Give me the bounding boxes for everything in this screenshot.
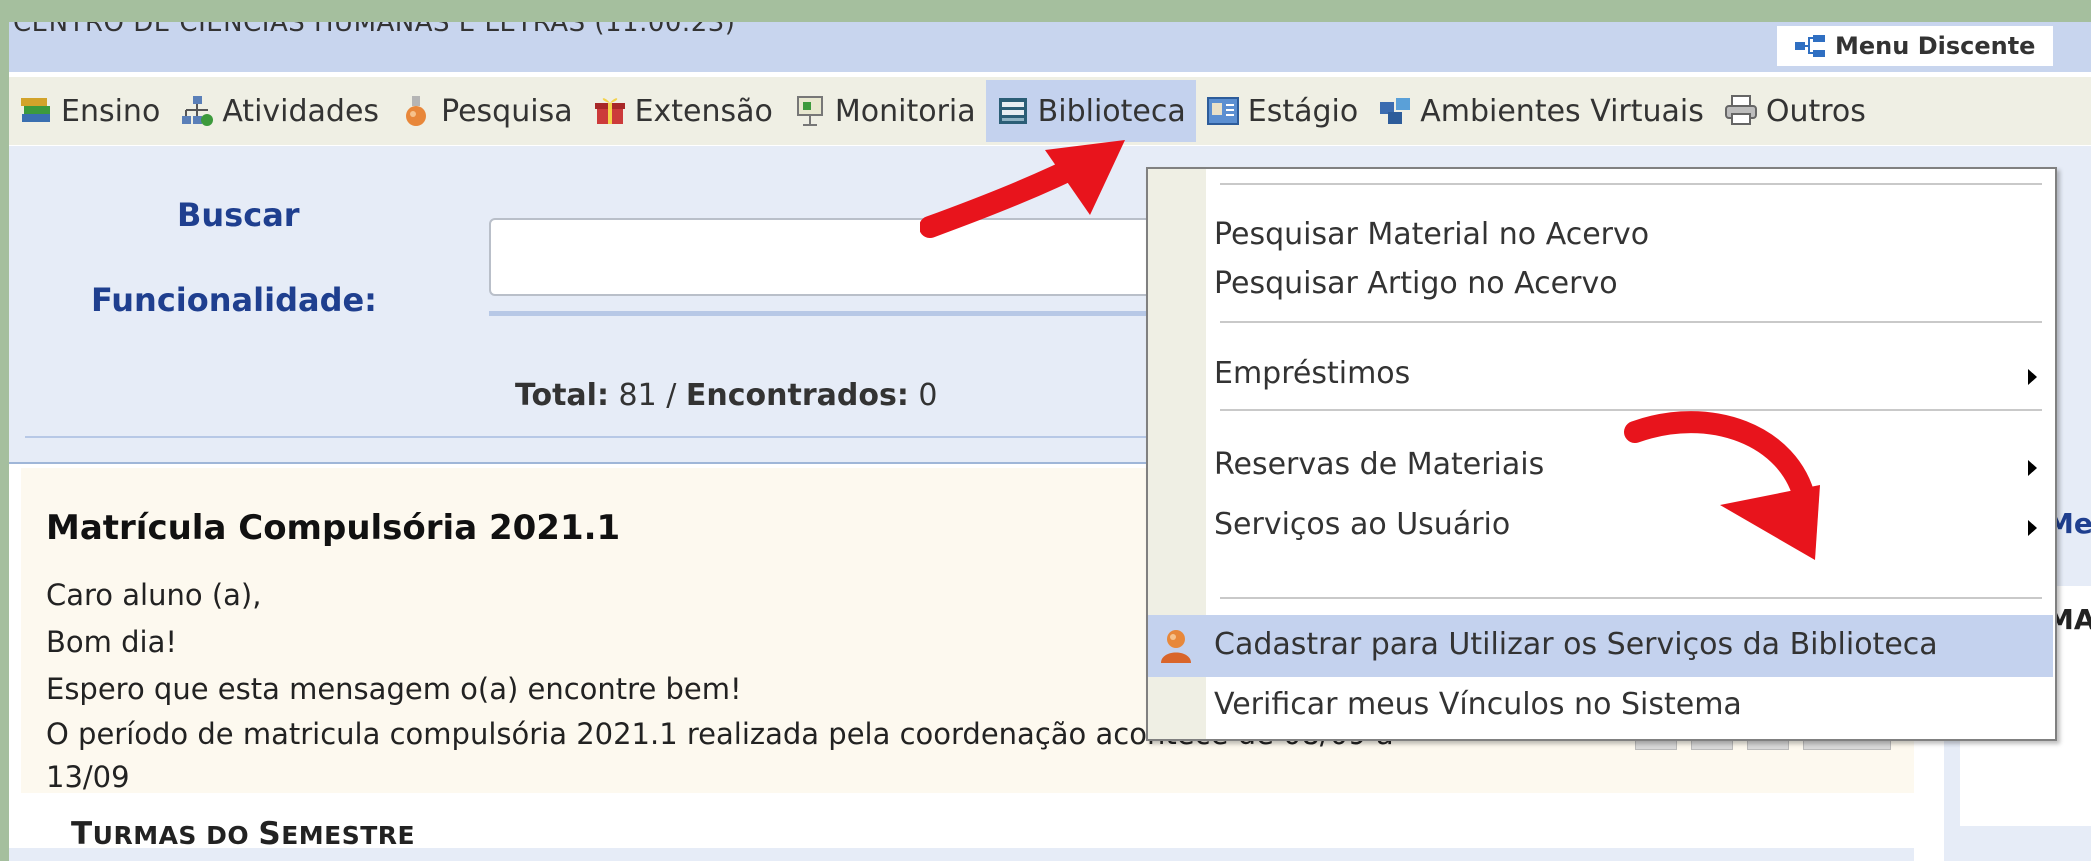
printer-icon (1724, 95, 1757, 125)
menu-estagio[interactable]: Estágio (1196, 80, 1368, 142)
notice-line: Bom dia! (46, 625, 177, 659)
menu-atividades[interactable]: Atividades (170, 80, 389, 142)
menu-discente-button[interactable]: Menu Discente (1777, 26, 2054, 66)
notice-line: 13/09 (46, 760, 130, 793)
dd-pesquisar-artigo[interactable]: Pesquisar Artigo no Acervo (1214, 266, 1618, 301)
id-card-icon (1206, 97, 1239, 125)
gift-icon (594, 98, 625, 124)
annotation-arrow-icon (1624, 411, 1820, 560)
dropdown-separator (1220, 597, 2042, 599)
submenu-arrow-icon (2028, 369, 2037, 385)
search-totals: Total: 81 / Encontrados: 0 (515, 378, 937, 413)
submenu-arrow-icon (2028, 520, 2037, 536)
books-icon (21, 98, 50, 122)
encontrados-value: 0 (918, 378, 938, 413)
menu-atividades-label: Atividades (222, 93, 380, 129)
sitemap-icon (1795, 35, 1825, 57)
menu-ambientes-virtuais[interactable]: Ambientes Virtuais (1368, 80, 1714, 142)
total-value: 81 (618, 378, 657, 413)
presentation-icon (796, 96, 823, 126)
dropdown-separator (1220, 183, 2042, 185)
menu-biblioteca-label: Biblioteca (1037, 93, 1186, 129)
annotation-arrow-icon (920, 140, 1125, 238)
menu-monitoria-label: Monitoria (834, 93, 976, 129)
network-icon (182, 96, 214, 126)
menu-outros[interactable]: Outros (1714, 80, 1876, 142)
unit-name: CENTRO DE CIÊNCIAS HUMANAS E LETRAS (11.… (13, 22, 736, 38)
encontrados-label: Encontrados: (685, 378, 909, 413)
notice-title: Matrícula Compulsória 2021.1 (46, 508, 621, 548)
dd-verificar-vinculos[interactable]: Verificar meus Vínculos no Sistema (1214, 687, 1742, 722)
notice-line: Caro aluno (a), (46, 578, 262, 612)
menu-extensao-label: Extensão (634, 93, 773, 129)
biblioteca-dropdown: Pesquisar Material no Acervo Pesquisar A… (1146, 167, 2057, 741)
dropdown-separator (1220, 321, 2042, 323)
menu-discente-label: Menu Discente (1835, 32, 2036, 60)
dd-cadastrar[interactable]: Cadastrar para Utilizar os Serviços da B… (1214, 627, 1938, 662)
menu-extensao[interactable]: Extensão (583, 80, 783, 142)
funcionalidade-label: Funcionalidade: (91, 281, 377, 319)
menu-ambientes-virtuais-label: Ambientes Virtuais (1420, 93, 1704, 129)
notice-line: Espero que esta mensagem o(a) encontre b… (46, 672, 742, 706)
turmas-header-bar (9, 848, 1914, 861)
turmas-title: TURMAS DO SEMESTRE (71, 816, 416, 852)
menu-pesquisa-label: Pesquisa (441, 93, 573, 129)
dd-servicos[interactable]: Serviços ao Usuário (1214, 507, 1510, 542)
menu-pesquisa[interactable]: Pesquisa (389, 80, 583, 142)
dd-emprestimos[interactable]: Empréstimos (1214, 356, 1410, 391)
menu-outros-label: Outros (1765, 93, 1866, 129)
menu-monitoria[interactable]: Monitoria (783, 80, 986, 142)
menu-ensino[interactable]: Ensino (9, 80, 170, 142)
library-icon (998, 98, 1027, 124)
user-icon (1161, 630, 1191, 663)
buscar-label: Buscar (177, 196, 300, 234)
totals-separator: / (666, 378, 677, 413)
menu-ensino-label: Ensino (61, 93, 161, 129)
turmas-title-text: URMAS DO (92, 821, 259, 850)
dd-pesquisar-material[interactable]: Pesquisar Material no Acervo (1214, 217, 1649, 252)
menu-estagio-label: Estágio (1247, 93, 1359, 129)
submenu-arrow-icon (2028, 460, 2037, 476)
virtual-env-icon (1380, 98, 1411, 124)
menu-biblioteca[interactable]: Biblioteca (985, 80, 1196, 142)
institution-header: CENTRO DE CIÊNCIAS HUMANAS E LETRAS (11.… (9, 22, 2091, 72)
search-underline (489, 311, 1189, 316)
total-label: Total: (515, 378, 609, 413)
dd-reservas[interactable]: Reservas de Materiais (1214, 447, 1544, 482)
flask-icon (406, 96, 427, 126)
